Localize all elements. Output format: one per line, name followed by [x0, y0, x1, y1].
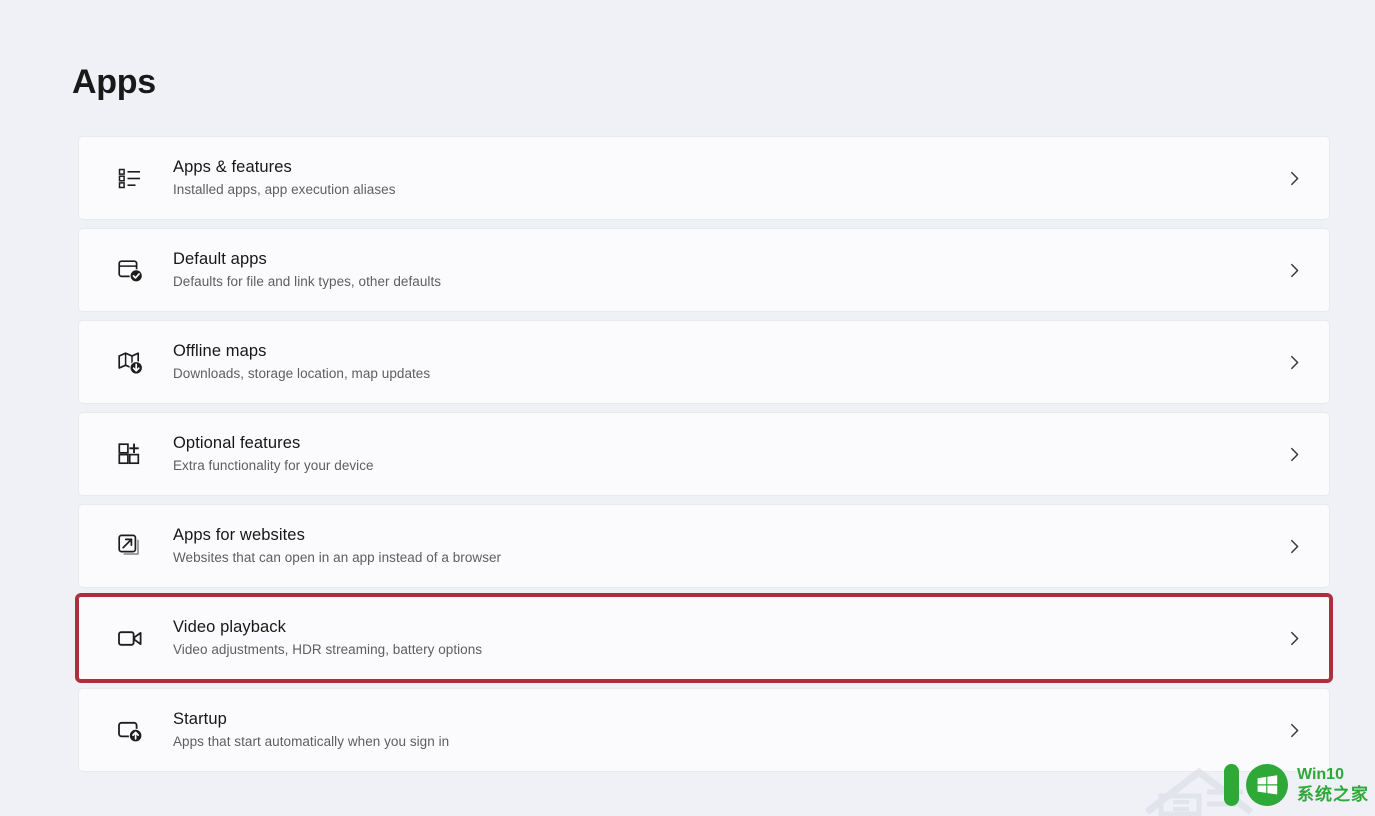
chevron-right-icon[interactable]: [1281, 441, 1307, 467]
settings-card-video-playback[interactable]: Video playback Video adjustments, HDR str…: [75, 593, 1333, 683]
list-icon: [115, 163, 145, 193]
settings-card-apps-features[interactable]: Apps & features Installed apps, app execu…: [78, 136, 1330, 220]
video-camera-icon: [115, 623, 145, 653]
settings-card-text: Startup Apps that start automatically whe…: [173, 708, 1281, 752]
settings-card-text: Default apps Defaults for file and link t…: [173, 248, 1281, 292]
settings-card-subtitle: Apps that start automatically when you s…: [173, 734, 450, 749]
chevron-right-icon[interactable]: [1281, 717, 1307, 743]
map-download-icon: [115, 347, 145, 377]
settings-card-subtitle: Video adjustments, HDR streaming, batter…: [173, 642, 483, 657]
grid-plus-icon: [115, 439, 145, 469]
settings-card-text: Optional features Extra functionality for…: [173, 432, 1281, 476]
app-check-icon: [115, 255, 145, 285]
settings-card-optional-features[interactable]: Optional features Extra functionality for…: [78, 412, 1330, 496]
settings-card-offline-maps[interactable]: Offline maps Downloads, storage location,…: [78, 320, 1330, 404]
settings-card-subtitle: Defaults for file and link types, other …: [173, 274, 442, 289]
chevron-right-icon[interactable]: [1281, 257, 1307, 283]
chevron-right-icon[interactable]: [1281, 533, 1307, 559]
chevron-right-icon[interactable]: [1281, 349, 1307, 375]
settings-card-subtitle: Websites that can open in an app instead…: [173, 550, 502, 565]
settings-card-title: Default apps: [173, 250, 267, 268]
settings-card-subtitle: Extra functionality for your device: [173, 458, 374, 473]
settings-card-subtitle: Downloads, storage location, map updates: [173, 366, 431, 381]
settings-card-title: Startup: [173, 710, 227, 728]
settings-card-text: Apps for websites Websites that can open …: [173, 524, 1281, 568]
settings-card-title: Video playback: [173, 618, 287, 636]
settings-card-default-apps[interactable]: Default apps Defaults for file and link t…: [78, 228, 1330, 312]
startup-icon: [115, 715, 145, 745]
settings-card-title: Apps & features: [173, 158, 292, 176]
chevron-right-icon[interactable]: [1281, 165, 1307, 191]
settings-card-text: Video playback Video adjustments, HDR str…: [173, 616, 1281, 660]
settings-card-subtitle: Installed apps, app execution aliases: [173, 182, 396, 197]
settings-card-text: Apps & features Installed apps, app execu…: [173, 156, 1281, 200]
external-link-icon: [115, 531, 145, 561]
settings-card-apps-for-websites[interactable]: Apps for websites Websites that can open …: [78, 504, 1330, 588]
settings-card-title: Optional features: [173, 434, 301, 452]
chevron-right-icon[interactable]: [1281, 625, 1307, 651]
watermark-line-2: 系统之家: [1297, 784, 1369, 805]
settings-card-startup[interactable]: Startup Apps that start automatically whe…: [78, 688, 1330, 772]
settings-card-text: Offline maps Downloads, storage location,…: [173, 340, 1281, 384]
settings-card-title: Apps for websites: [173, 526, 305, 544]
settings-card-title: Offline maps: [173, 342, 267, 360]
page-title: Apps: [72, 63, 156, 101]
settings-card-list: Apps & features Installed apps, app execu…: [75, 136, 1333, 780]
